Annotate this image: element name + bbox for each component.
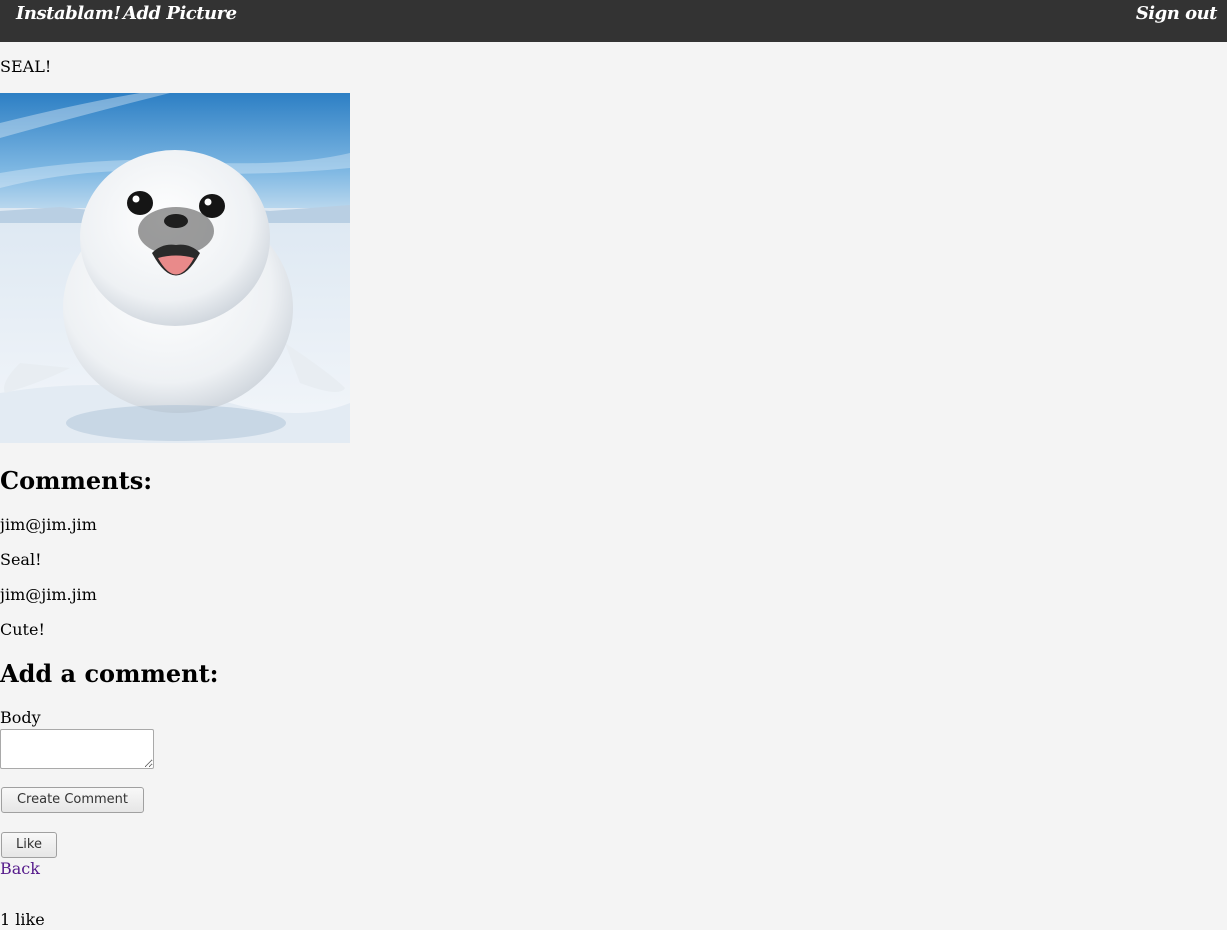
- back-link[interactable]: Back: [0, 859, 40, 879]
- comment-body: Seal!: [0, 550, 42, 569]
- brand-link[interactable]: Instablam!: [16, 2, 121, 26]
- seal-image-icon: [0, 93, 350, 443]
- body-label: Body: [0, 708, 41, 727]
- comments-heading: Comments:: [0, 466, 153, 495]
- likes-count: 1 like: [0, 910, 45, 929]
- top-navbar: Instablam! Add Picture Sign out: [0, 0, 1227, 42]
- add-picture-link[interactable]: Add Picture: [123, 2, 237, 26]
- comment-author: jim@jim.jim: [0, 515, 97, 534]
- comment-author: jim@jim.jim: [0, 585, 97, 604]
- comment-body: Cute!: [0, 620, 45, 639]
- add-comment-heading: Add a comment:: [0, 659, 219, 688]
- picture-title: SEAL!: [0, 57, 52, 76]
- comment-body-field[interactable]: [0, 729, 154, 769]
- seal-picture: [0, 93, 350, 443]
- sign-out-link[interactable]: Sign out: [1136, 2, 1218, 26]
- like-button[interactable]: Like: [1, 832, 57, 858]
- create-comment-button[interactable]: Create Comment: [1, 787, 144, 813]
